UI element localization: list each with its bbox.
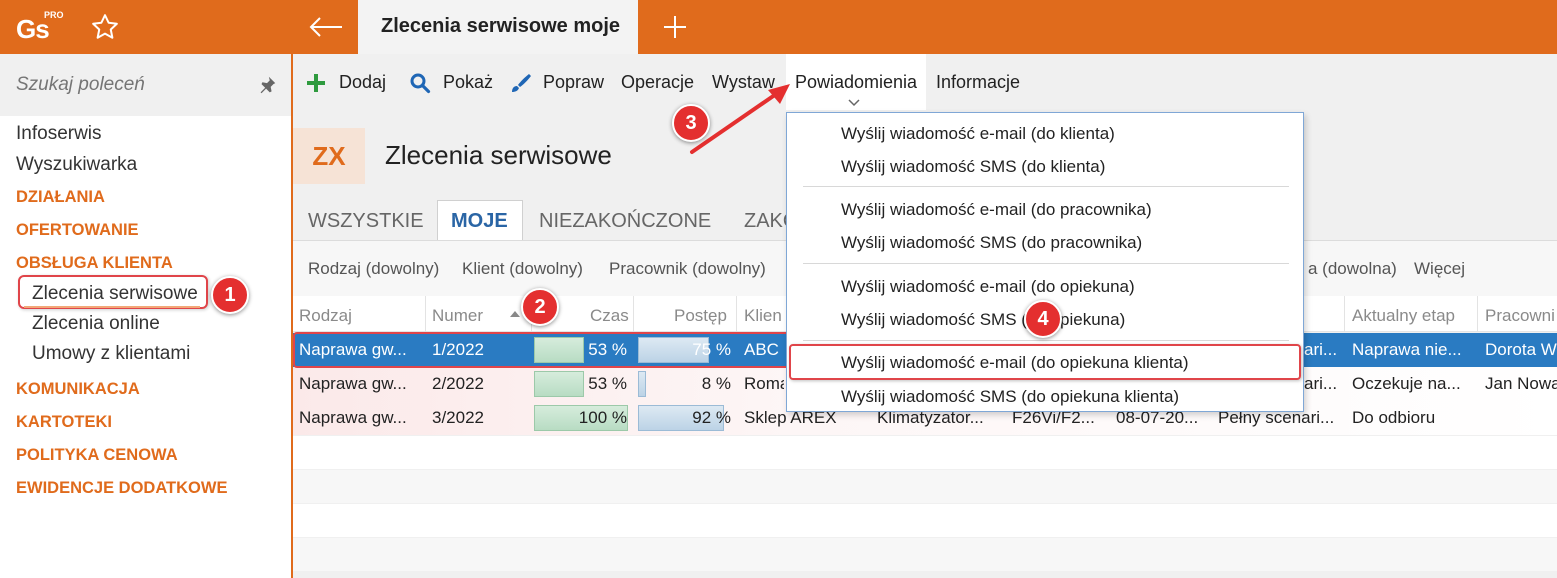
table-row-empty (293, 537, 1557, 571)
tab-wszystkie[interactable]: WSZYSTKIE (308, 210, 424, 233)
cell-type: Naprawa gw... (299, 408, 407, 427)
menu-item-sms-guardian[interactable]: Wyślij wiadomość SMS (do opiekuna) (841, 310, 1125, 330)
column-header-employee[interactable]: Pracowni (1485, 306, 1555, 326)
cell-type: Naprawa gw... (299, 374, 407, 393)
cell-stage: Naprawa nie... (1352, 340, 1462, 359)
sidebar-item-wyszukiwarka[interactable]: Wyszukiwarka (16, 154, 137, 176)
menu-item-email-guardian[interactable]: Wyślij wiadomość e-mail (do opiekuna) (841, 277, 1135, 297)
column-header-progress[interactable]: Postęp (674, 306, 727, 326)
menu-separator (803, 186, 1289, 187)
step-marker-3: 3 (672, 104, 710, 142)
back-arrow-icon[interactable] (306, 12, 346, 42)
operations-menu[interactable]: Operacje (621, 72, 694, 93)
row-annotation-outline (293, 332, 790, 368)
column-header-stage[interactable]: Aktualny etap (1352, 306, 1455, 326)
column-separator (1344, 296, 1345, 332)
cell-stage: Oczekuje na... (1352, 374, 1461, 393)
add-button[interactable]: Dodaj (339, 72, 386, 93)
cell-employee: Dorota W (1485, 340, 1557, 359)
filter-employee[interactable]: Pracownik (dowolny) (609, 259, 766, 279)
cell-number: 3/2022 (432, 408, 484, 427)
sort-asc-icon (510, 311, 520, 317)
app-logo[interactable]: Gs PRO (14, 8, 66, 46)
sidebar-item-zlecenia-serwisowe[interactable]: Zlecenia serwisowe (32, 283, 198, 305)
filter-stage[interactable]: a (dowolna) (1308, 259, 1397, 279)
brush-icon[interactable] (509, 72, 531, 94)
sidebar-category-ewidencje[interactable]: EWIDENCJE DODATKOWE (16, 479, 227, 498)
column-header-number[interactable]: Numer (432, 306, 483, 326)
step-marker-1: 1 (211, 276, 249, 314)
column-separator (633, 296, 634, 332)
plus-green-icon[interactable] (305, 72, 327, 94)
module-badge: ZX (293, 128, 365, 184)
sidebar-category-ofertowanie[interactable]: OFERTOWANIE (16, 221, 139, 240)
filter-more[interactable]: Więcej (1414, 259, 1465, 279)
cell-number: 2/2022 (432, 374, 484, 393)
cell-employee: Jan Nowa (1485, 374, 1557, 393)
window-tab-title: Zlecenia serwisowe moje (381, 15, 620, 37)
sidebar-item-zlecenia-online[interactable]: Zlecenia online (32, 313, 160, 335)
info-menu[interactable]: Informacje (936, 72, 1020, 93)
menu-separator (803, 263, 1289, 264)
menu-item-email-client[interactable]: Wyślij wiadomość e-mail (do klienta) (841, 124, 1115, 144)
cell-time: 53 % (588, 374, 627, 393)
tab-niezakonczone[interactable]: NIEZAKOŃCZONE (539, 210, 711, 233)
table-row-empty (293, 469, 1557, 503)
step-marker-2: 2 (521, 288, 559, 326)
show-button[interactable]: Pokaż (443, 72, 493, 93)
edit-button[interactable]: Popraw (543, 72, 604, 93)
menu-item-sms-client[interactable]: Wyślij wiadomość SMS (do klienta) (841, 157, 1105, 177)
filter-client[interactable]: Klient (dowolny) (462, 259, 583, 279)
cell-progress: 92 % (692, 408, 731, 427)
table-row-empty (293, 503, 1557, 537)
column-header-client[interactable]: Klien (744, 306, 782, 326)
column-header-type[interactable]: Rodzaj (299, 306, 352, 326)
sidebar-category-polityka-cenowa[interactable]: POLITYKA CENOWA (16, 446, 178, 465)
filter-type[interactable]: Rodzaj (dowolny) (308, 259, 439, 279)
cell-client: Roma (744, 374, 784, 393)
search-input[interactable] (16, 68, 246, 102)
menu-separator (803, 340, 1289, 341)
progress-bar (638, 371, 646, 397)
menu-item-sms-employee[interactable]: Wyślij wiadomość SMS (do pracownika) (841, 233, 1142, 253)
plus-icon[interactable] (660, 12, 690, 42)
menu-item-sms-client-guardian[interactable]: Wyślij wiadomość SMS (do opiekuna klient… (841, 387, 1179, 407)
window-tab-active[interactable]: Zlecenia serwisowe moje (358, 0, 638, 54)
cell-time: 100 % (578, 408, 627, 427)
menu-item-email-client-guardian[interactable]: Wyślij wiadomość e-mail (do opiekuna kli… (841, 353, 1189, 373)
time-bar (534, 371, 584, 397)
sidebar-item-umowy[interactable]: Umowy z klientami (32, 343, 190, 365)
column-separator (1477, 296, 1478, 332)
sidebar: Infoserwis Wyszukiwarka DZIAŁANIA OFERTO… (0, 54, 291, 578)
sidebar-item-infoserwis[interactable]: Infoserwis (16, 123, 102, 145)
column-separator (425, 296, 426, 332)
cell-progress: 8 % (701, 374, 731, 393)
logo-pro-text: PRO (44, 10, 64, 20)
page-title: Zlecenia serwisowe (385, 140, 612, 170)
step-marker-4: 4 (1024, 300, 1062, 338)
chevron-down-icon (848, 99, 860, 107)
pin-icon[interactable] (256, 74, 278, 96)
cell-scenario: ari... (1304, 340, 1338, 359)
sidebar-category-dzialania[interactable]: DZIAŁANIA (16, 188, 105, 207)
tab-moje[interactable]: MOJE (451, 210, 508, 233)
sidebar-category-komunikacja[interactable]: KOMUNIKACJA (16, 380, 140, 399)
cell-stage: Do odbioru (1352, 408, 1436, 427)
column-separator (736, 296, 737, 332)
cell-scenario: ari... (1304, 374, 1338, 393)
sidebar-category-obsluga-klienta[interactable]: OBSŁUGA KLIENTA (16, 254, 173, 273)
table-row-empty (293, 435, 1557, 469)
magnifier-icon[interactable] (409, 72, 431, 94)
star-icon[interactable] (90, 12, 120, 42)
sidebar-selection-underline (24, 306, 200, 308)
sidebar-category-kartoteki[interactable]: KARTOTEKI (16, 413, 112, 432)
notifications-menu[interactable]: Powiadomienia (795, 72, 917, 93)
title-bar: Gs PRO Zlecenia serwisowe moje (0, 0, 1557, 54)
column-header-time[interactable]: Czas (590, 306, 629, 326)
menu-item-email-employee[interactable]: Wyślij wiadomość e-mail (do pracownika) (841, 200, 1152, 220)
notifications-dropdown: Wyślij wiadomość e-mail (do klienta) Wyś… (786, 112, 1304, 412)
command-search (0, 54, 291, 116)
